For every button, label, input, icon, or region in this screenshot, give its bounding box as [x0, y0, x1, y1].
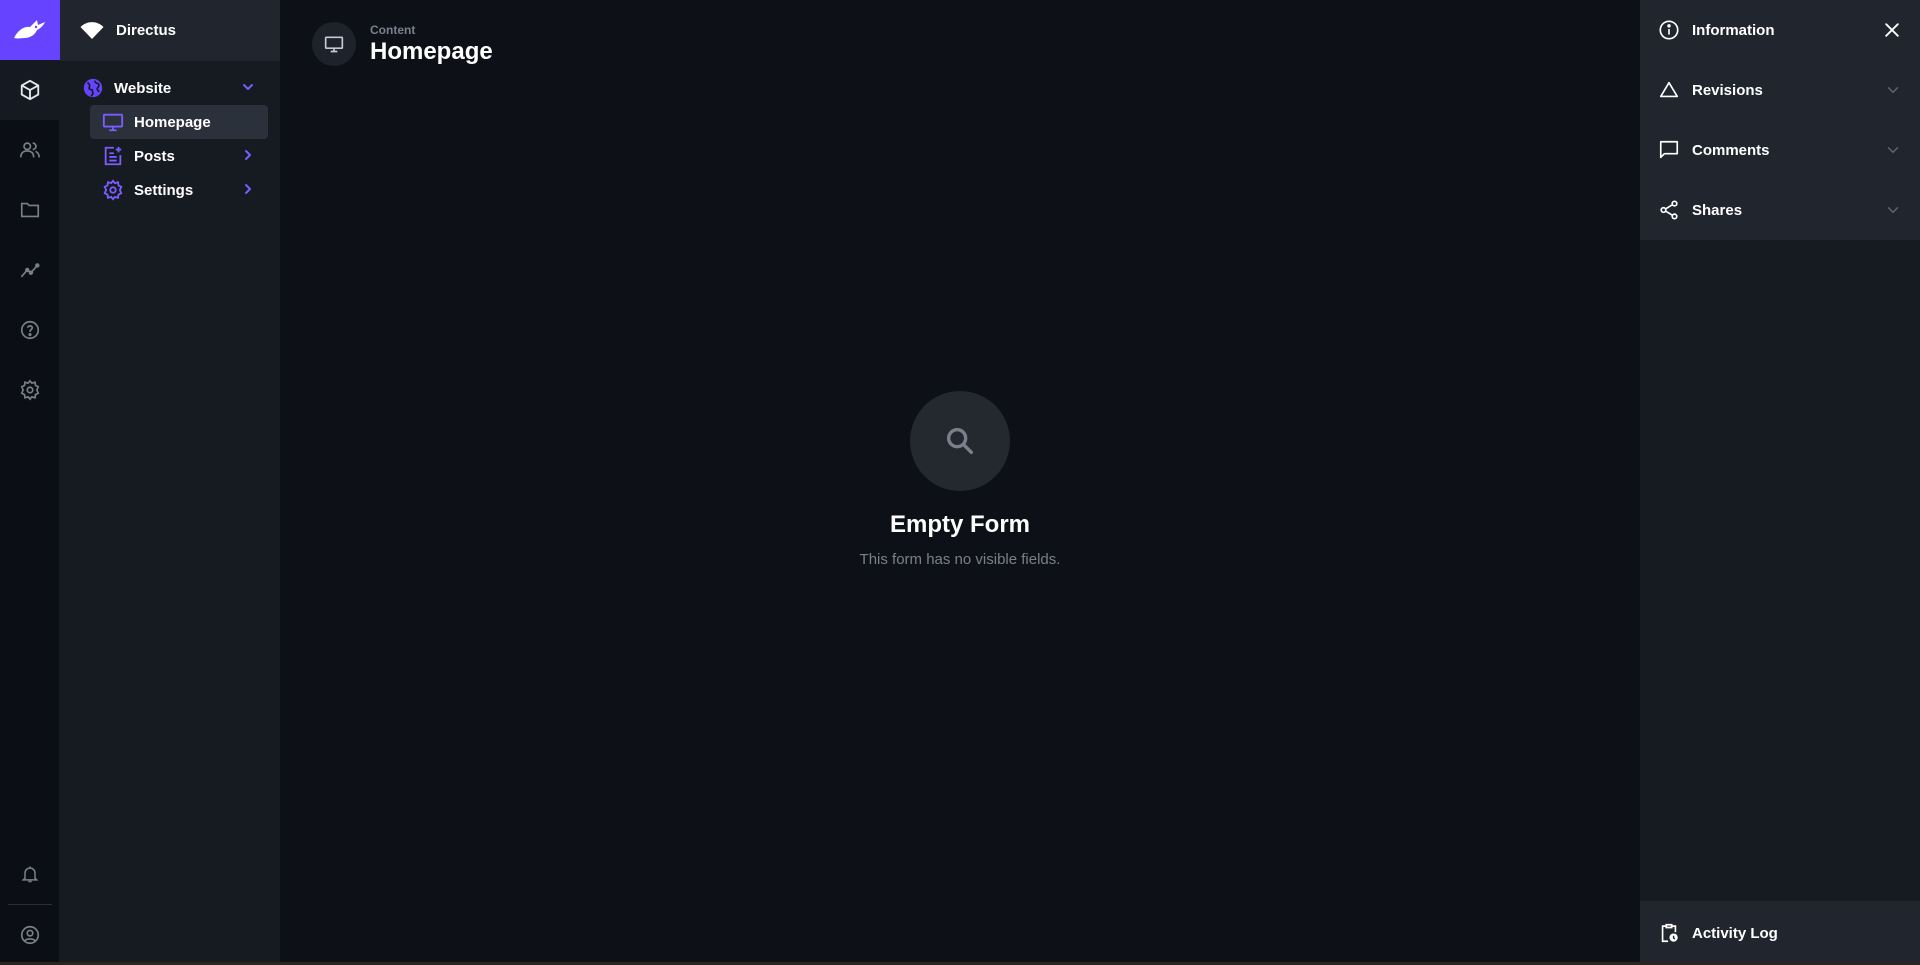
sidebar-label: Information: [1692, 21, 1775, 39]
folder-icon: [20, 202, 40, 218]
directus-logo[interactable]: [0, 0, 60, 60]
search-icon: [946, 427, 974, 455]
info-icon: [1659, 20, 1679, 40]
help-icon: [20, 320, 40, 340]
nav-item-homepage[interactable]: Homepage: [90, 105, 268, 139]
help-module-button[interactable]: [0, 300, 60, 360]
page-header: Content Homepage: [312, 22, 493, 66]
user-profile-button[interactable]: [0, 905, 60, 965]
users-icon: [20, 142, 40, 158]
header-text: Content Homepage: [370, 23, 493, 66]
sidebar-item-information[interactable]: Information: [1640, 0, 1920, 60]
nav-label: Homepage: [134, 113, 211, 131]
users-module-button[interactable]: [0, 120, 60, 180]
project-header[interactable]: Directus: [60, 0, 280, 61]
nav-label: Website: [114, 79, 172, 97]
account-circle-icon: [20, 925, 40, 945]
nav-item-website[interactable]: Website: [72, 71, 268, 105]
sidebar-item-shares[interactable]: Shares: [1640, 180, 1920, 240]
module-bar-bottom: [0, 844, 60, 965]
nav-list: Website Homepage Posts Settings: [60, 61, 280, 217]
globe-icon: [83, 78, 103, 98]
sidebar-label: Comments: [1692, 141, 1770, 159]
empty-state: Empty Form This form has no visible fiel…: [280, 391, 1640, 568]
project-name: Directus: [116, 22, 177, 39]
sidebar-item-comments[interactable]: Comments: [1640, 120, 1920, 180]
module-bar: [0, 0, 60, 965]
nav-label: Settings: [134, 181, 194, 199]
sidebar-label: Revisions: [1692, 81, 1763, 99]
insights-icon: [20, 263, 40, 278]
nav-label: Posts: [134, 147, 175, 165]
gear-icon: [20, 379, 40, 401]
navigation-panel: Directus Website Homepage Posts Settings: [60, 0, 280, 965]
notifications-button[interactable]: [0, 844, 60, 904]
chevron-down-icon[interactable]: [1884, 81, 1902, 99]
sidebar-label: Shares: [1692, 201, 1743, 219]
empty-state-text: This form has no visible fields.: [859, 551, 1061, 568]
gear-icon: [103, 179, 123, 201]
breadcrumb[interactable]: Content: [370, 23, 493, 37]
chevron-down-icon[interactable]: [1884, 141, 1902, 159]
insights-module-button[interactable]: [0, 240, 60, 300]
share-icon: [1660, 200, 1678, 220]
empty-state-icon: [910, 391, 1010, 491]
wifi-icon: [80, 21, 104, 39]
activity-log-button[interactable]: Activity Log: [1640, 901, 1920, 965]
files-module-button[interactable]: [0, 180, 60, 240]
comment-icon: [1659, 140, 1679, 159]
header-icon-button[interactable]: [312, 22, 356, 66]
nav-item-posts[interactable]: Posts: [90, 139, 268, 173]
monitor-icon: [102, 113, 124, 132]
post-add-icon: [104, 146, 122, 166]
monitor-icon: [324, 36, 344, 53]
bell-icon: [21, 866, 39, 883]
content-module-button[interactable]: [0, 60, 60, 120]
clipboard-clock-icon: [1661, 923, 1678, 943]
chevron-down-icon[interactable]: [240, 79, 256, 95]
close-icon[interactable]: [1882, 20, 1902, 40]
cube-icon: [20, 79, 40, 101]
rabbit-logo-icon: [14, 20, 45, 39]
chevron-right-icon[interactable]: [240, 147, 256, 163]
sidebar: Information Revisions Comments Shares Ac…: [1640, 0, 1920, 965]
settings-module-button[interactable]: [0, 360, 60, 420]
empty-state-title: Empty Form: [889, 511, 1030, 538]
change-history-icon: [1659, 81, 1679, 98]
activity-log-label: Activity Log: [1692, 924, 1778, 942]
page-title: Homepage: [370, 37, 493, 65]
chevron-down-icon[interactable]: [1884, 201, 1902, 219]
chevron-right-icon[interactable]: [240, 181, 256, 197]
main-content: Content Homepage Empty Form This form ha…: [280, 0, 1640, 965]
sidebar-item-revisions[interactable]: Revisions: [1640, 60, 1920, 120]
nav-item-settings[interactable]: Settings: [90, 173, 268, 207]
